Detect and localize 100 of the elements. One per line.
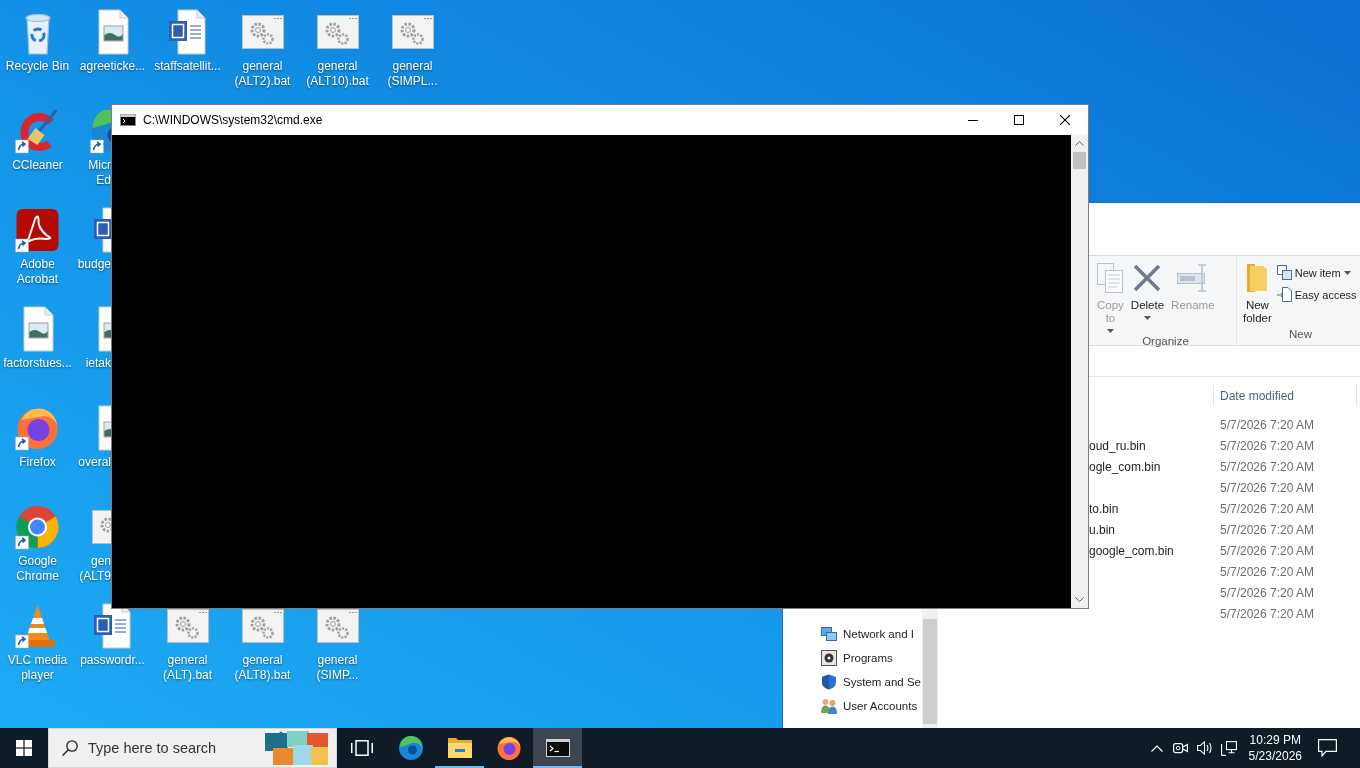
- folder-icon: [447, 738, 472, 758]
- maximize-icon: [1014, 115, 1024, 125]
- gears-window-icon[interactable]: [316, 15, 359, 49]
- gears-window-icon[interactable]: [241, 15, 284, 49]
- text-cursor-icon: [1176, 263, 1209, 293]
- desktop-icon-label[interactable]: CCleaner: [12, 158, 63, 173]
- scrollbar[interactable]: [1071, 135, 1088, 608]
- file-name[interactable]: oud_ru.bin: [1089, 438, 1146, 453]
- folder-icon: [1247, 263, 1268, 293]
- nav-item[interactable]: Programs: [783, 646, 922, 670]
- image-file-icon[interactable]: [97, 9, 129, 55]
- disc-icon: [821, 650, 837, 666]
- desktop-icon-label[interactable]: Firefox: [19, 455, 56, 470]
- column-header[interactable]: Date modified: [1213, 385, 1357, 406]
- text-document-icon[interactable]: [168, 9, 206, 55]
- search-input[interactable]: Type here to search: [88, 740, 265, 756]
- search-icon[interactable]: [62, 740, 78, 756]
- pdf-icon[interactable]: [15, 209, 59, 253]
- desktop-icon-label[interactable]: passwordr...: [80, 653, 145, 668]
- ribbon-button[interactable]: New item: [1276, 264, 1357, 281]
- desktop-icon-label[interactable]: general (ALT10).bat: [300, 59, 375, 89]
- date-modified-cell: 5/7/2026 7:20 AM: [1220, 480, 1315, 495]
- desktop-icon-label[interactable]: general (SIMP...: [300, 653, 375, 683]
- nav-item[interactable]: User Accounts: [783, 694, 922, 718]
- desktop-icon-label[interactable]: ietak: [85, 356, 111, 371]
- ribbon-button[interactable]: Easy access: [1276, 286, 1357, 303]
- text-document-icon[interactable]: [93, 603, 131, 649]
- date-modified-cell: 5/7/2026 7:20 AM: [1220, 564, 1315, 579]
- minimize-icon: [968, 119, 978, 121]
- file-name[interactable]: google_com.bin: [1089, 543, 1174, 558]
- desktop-icon-label[interactable]: overal: [78, 455, 111, 470]
- gears-window-icon[interactable]: [91, 510, 111, 544]
- date-modified-cell: 5/7/2026 7:20 AM: [1220, 459, 1315, 474]
- close-icon: [1060, 115, 1070, 125]
- desktop-icon-label[interactable]: Recycle Bin: [5, 59, 70, 74]
- date-modified-cell: 5/7/2026 7:20 AM: [1220, 417, 1315, 432]
- clock-date[interactable]: 5/23/2026: [1248, 748, 1302, 764]
- desktop-icon-label[interactable]: gen (ALT9: [75, 554, 111, 584]
- monitors-icon: [821, 626, 837, 642]
- desktop-icon-label[interactable]: factorstues...: [3, 356, 72, 371]
- shield-icon: [821, 674, 837, 690]
- documents-icon: [1276, 265, 1292, 280]
- recycle-bin-icon[interactable]: [24, 14, 51, 55]
- people-icon: [821, 698, 837, 714]
- scroll-thumb[interactable]: [1073, 152, 1086, 169]
- scrollbar[interactable]: [922, 609, 938, 728]
- desktop-icon-label[interactable]: VLC media player: [0, 653, 75, 683]
- desktop-icon-label[interactable]: Micr Ed: [75, 158, 111, 188]
- gears-window-icon[interactable]: [391, 15, 434, 49]
- nav-item[interactable]: Network and I: [783, 622, 922, 646]
- aperture-icon[interactable]: [15, 506, 59, 550]
- desktop-icon-label[interactable]: general (SIMPL...: [375, 59, 450, 89]
- ribbon-button[interactable]: Delete: [1128, 261, 1167, 322]
- clock-time[interactable]: 10:29 PM: [1249, 732, 1301, 748]
- swirl-icon: [398, 736, 423, 760]
- file-name[interactable]: ogle_com.bin: [1089, 459, 1161, 474]
- webcam-icon[interactable]: [1173, 741, 1189, 755]
- speech-bubble-icon: [1317, 739, 1337, 757]
- ribbon-group-label: New: [1289, 328, 1312, 340]
- pages-icon: [1097, 263, 1124, 293]
- scroll-thumb[interactable]: [923, 619, 937, 724]
- file-name[interactable]: to.bin: [1089, 501, 1119, 516]
- traffic-cone-icon[interactable]: [15, 605, 55, 649]
- cross-icon: [1133, 263, 1162, 293]
- desktop-icon-label[interactable]: budge: [77, 257, 111, 272]
- gears-window-icon[interactable]: [316, 609, 359, 643]
- desktop-icon-label[interactable]: Adobe Acrobat: [0, 257, 75, 287]
- network-icon[interactable]: [1220, 740, 1237, 756]
- image-file-icon[interactable]: [22, 306, 54, 352]
- window-title: C:\WINDOWS\system32\cmd.exe: [143, 113, 323, 127]
- file-name[interactable]: u.bin: [1089, 522, 1116, 537]
- desktop-icon-label[interactable]: staffsatellit...: [154, 59, 221, 74]
- ribbon-button[interactable]: New folder: [1241, 261, 1274, 327]
- page-arrow-icon: [1276, 287, 1292, 302]
- terminal-icon: [120, 114, 136, 126]
- terminal-icon: [545, 739, 570, 757]
- date-modified-cell: 5/7/2026 7:20 AM: [1220, 501, 1315, 516]
- desktop-icon-label[interactable]: Google Chrome: [0, 554, 75, 584]
- speaker-icon[interactable]: [1196, 741, 1213, 755]
- date-modified-cell: 5/7/2026 7:20 AM: [1220, 438, 1315, 453]
- desktop-icon-label[interactable]: general (ALT8).bat: [225, 653, 300, 683]
- image-file-icon[interactable]: [97, 306, 111, 352]
- date-modified-cell: 5/7/2026 7:20 AM: [1220, 543, 1315, 558]
- date-modified-cell: 5/7/2026 7:20 AM: [1220, 606, 1315, 621]
- chevron-up-icon[interactable]: [1150, 744, 1163, 752]
- fox-icon: [496, 736, 521, 760]
- taskbar-button[interactable]: [533, 728, 582, 768]
- fox-icon[interactable]: [15, 408, 58, 451]
- desktop-icon-label[interactable]: general (ALT).bat: [150, 653, 225, 683]
- date-modified-cell: 5/7/2026 7:20 AM: [1220, 585, 1315, 600]
- task-view-icon: [350, 740, 373, 756]
- puzzle-pieces-icon[interactable]: [265, 731, 328, 765]
- broom-icon[interactable]: [15, 109, 58, 154]
- date-modified-cell: 5/7/2026 7:20 AM: [1220, 522, 1315, 537]
- nav-item[interactable]: System and Se: [783, 670, 922, 694]
- desktop-icon-label[interactable]: general (ALT2).bat: [225, 59, 300, 89]
- image-file-icon[interactable]: [97, 405, 111, 451]
- windows-logo-icon: [16, 740, 32, 756]
- desktop-icon-label[interactable]: agreeticke...: [79, 59, 146, 74]
- ribbon-group-label: Organize: [1142, 335, 1189, 347]
